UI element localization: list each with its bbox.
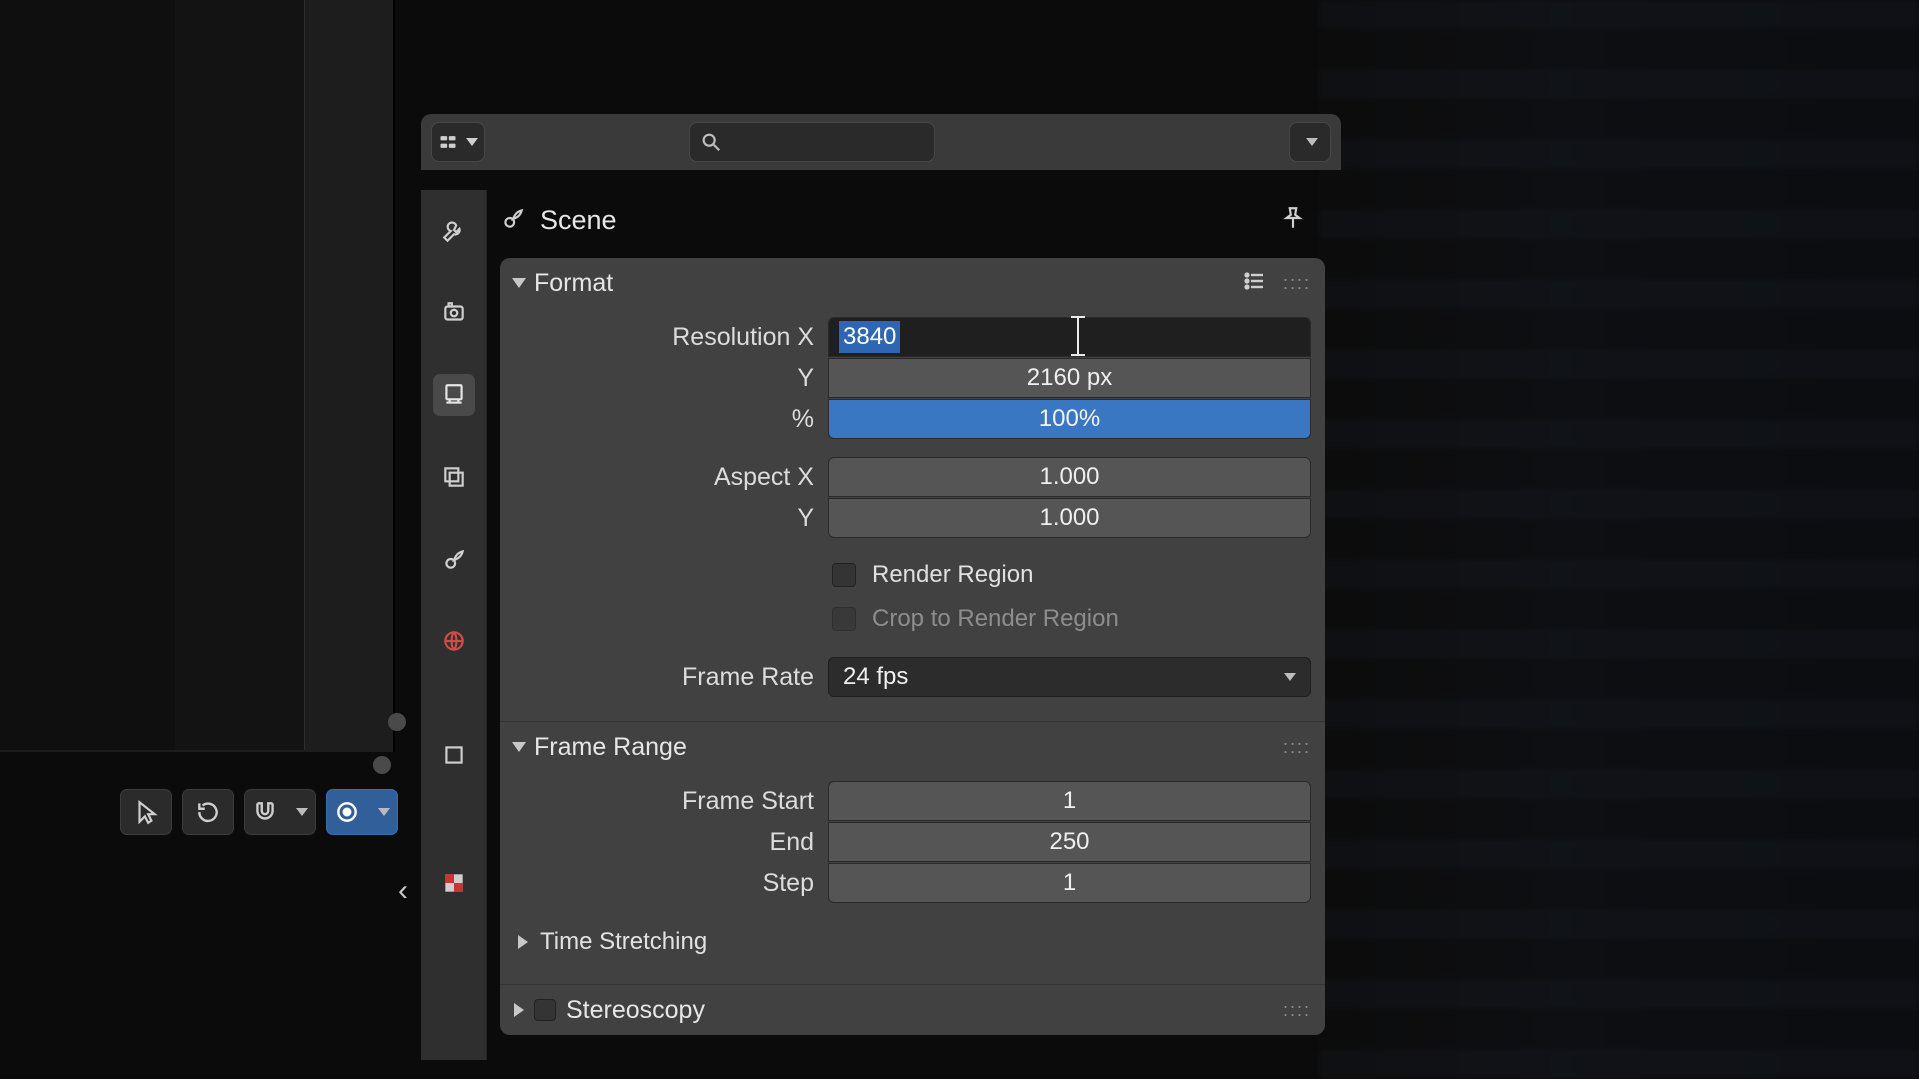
frame-rate-label: Frame Rate bbox=[514, 663, 814, 692]
editor-type-selector[interactable] bbox=[431, 122, 485, 162]
aspect-y-label: Y bbox=[514, 504, 814, 533]
scene-name-label: Scene bbox=[540, 205, 617, 236]
tab-world-icon[interactable] bbox=[433, 620, 475, 662]
chevron-down-icon bbox=[1306, 138, 1318, 146]
search-icon bbox=[700, 131, 722, 153]
resolution-x-value: 3840 bbox=[839, 321, 900, 353]
rotate-tool-button[interactable] bbox=[182, 789, 234, 835]
tab-output-icon[interactable] bbox=[433, 374, 475, 416]
section-stereoscopy: Stereoscopy :::: bbox=[500, 984, 1325, 1035]
frame-end-label: End bbox=[514, 828, 814, 857]
tab-tool-icon[interactable] bbox=[433, 210, 475, 252]
background-blur-right bbox=[1319, 0, 1919, 1079]
section-format-header[interactable]: Format :::: bbox=[500, 258, 1325, 308]
resolution-y-value: 2160 px bbox=[1027, 364, 1112, 392]
aspect-y-input[interactable]: 1.000 bbox=[828, 498, 1311, 538]
scene-icon bbox=[500, 205, 526, 236]
crop-region-label: Crop to Render Region bbox=[872, 605, 1119, 633]
splitter-handle-icon[interactable] bbox=[388, 713, 406, 731]
chevron-right-icon bbox=[514, 1003, 524, 1017]
frame-start-input[interactable]: 1 bbox=[828, 781, 1311, 821]
resolution-y-label: Y bbox=[514, 364, 814, 393]
drag-grip-icon[interactable]: :::: bbox=[1283, 1000, 1311, 1021]
chevron-down-icon bbox=[378, 808, 390, 816]
resolution-x-label: Resolution X bbox=[514, 323, 814, 352]
app-root: ‹ Scene bbox=[0, 0, 1919, 1079]
tab-texture-icon[interactable] bbox=[433, 862, 475, 904]
snap-tool-button[interactable] bbox=[244, 789, 316, 835]
chevron-down-icon bbox=[1280, 673, 1296, 681]
frame-step-input[interactable]: 1 bbox=[828, 863, 1311, 903]
tab-scene-icon[interactable] bbox=[433, 538, 475, 580]
section-frame-range-title: Frame Range bbox=[534, 733, 687, 762]
frame-start-value: 1 bbox=[1063, 787, 1076, 815]
chevron-down-icon bbox=[296, 808, 308, 816]
timeline-header-toolbar bbox=[120, 786, 398, 838]
properties-tab-bar bbox=[421, 190, 487, 1060]
time-stretching-title: Time Stretching bbox=[540, 928, 707, 956]
render-region-checkbox[interactable] bbox=[832, 563, 856, 587]
stereoscopy-enable-checkbox[interactable] bbox=[534, 999, 556, 1021]
cursor-tool-button[interactable] bbox=[120, 789, 172, 835]
chevron-right-icon bbox=[518, 935, 528, 949]
resolution-y-input[interactable]: 2160 px bbox=[828, 358, 1311, 398]
tab-viewlayer-icon[interactable] bbox=[433, 456, 475, 498]
aspect-x-value: 1.000 bbox=[1039, 463, 1099, 491]
section-format-title: Format bbox=[534, 269, 613, 298]
section-stereoscopy-header[interactable]: Stereoscopy :::: bbox=[500, 985, 1325, 1035]
section-format: Format :::: Resolution X 3840 bbox=[500, 258, 1325, 721]
breadcrumb: Scene bbox=[500, 196, 1320, 244]
render-region-label: Render Region bbox=[872, 561, 1033, 589]
pin-button[interactable] bbox=[1280, 205, 1306, 236]
aspect-x-input[interactable]: 1.000 bbox=[828, 457, 1311, 497]
collapse-chevron-icon[interactable]: ‹ bbox=[398, 874, 408, 908]
frame-start-label: Frame Start bbox=[514, 787, 814, 816]
section-frame-range-header[interactable]: Frame Range :::: bbox=[500, 722, 1325, 772]
splitter-handle-icon[interactable] bbox=[373, 756, 391, 774]
properties-options-button[interactable] bbox=[1289, 122, 1331, 162]
tab-render-icon[interactable] bbox=[433, 292, 475, 334]
frame-step-label: Step bbox=[514, 869, 814, 898]
section-stereoscopy-title: Stereoscopy bbox=[566, 996, 705, 1025]
chevron-down-icon bbox=[466, 138, 478, 146]
resolution-x-input[interactable]: 3840 bbox=[828, 317, 1311, 357]
properties-header bbox=[421, 114, 1341, 170]
resolution-percent-label: % bbox=[514, 405, 814, 434]
tab-object-icon[interactable] bbox=[433, 734, 475, 776]
aspect-y-value: 1.000 bbox=[1039, 504, 1099, 532]
subsection-time-stretching-header[interactable]: Time Stretching bbox=[514, 922, 1311, 962]
frame-rate-value: 24 fps bbox=[843, 663, 908, 691]
frame-end-value: 250 bbox=[1049, 828, 1089, 856]
chevron-down-icon bbox=[512, 742, 526, 752]
aspect-x-label: Aspect X bbox=[514, 463, 814, 492]
resolution-percent-slider[interactable]: 100% bbox=[828, 399, 1311, 439]
chevron-down-icon bbox=[512, 278, 526, 288]
properties-panel-body: Format :::: Resolution X 3840 bbox=[500, 258, 1325, 1035]
frame-step-value: 1 bbox=[1063, 869, 1076, 897]
drag-grip-icon[interactable]: :::: bbox=[1283, 737, 1311, 758]
drag-grip-icon[interactable]: :::: bbox=[1283, 273, 1311, 294]
preset-list-icon[interactable] bbox=[1243, 269, 1267, 298]
frame-end-input[interactable]: 250 bbox=[828, 822, 1311, 862]
crop-region-checkbox[interactable] bbox=[832, 607, 856, 631]
frame-rate-select[interactable]: 24 fps bbox=[828, 657, 1311, 697]
properties-search-input[interactable] bbox=[689, 122, 935, 162]
text-cursor-icon bbox=[1069, 316, 1087, 356]
left-editor-area bbox=[0, 0, 395, 752]
proportional-edit-button[interactable] bbox=[326, 789, 398, 835]
resolution-percent-value: 100% bbox=[1039, 405, 1100, 433]
section-frame-range: Frame Range :::: Frame Start 1 End 250 S… bbox=[500, 721, 1325, 984]
